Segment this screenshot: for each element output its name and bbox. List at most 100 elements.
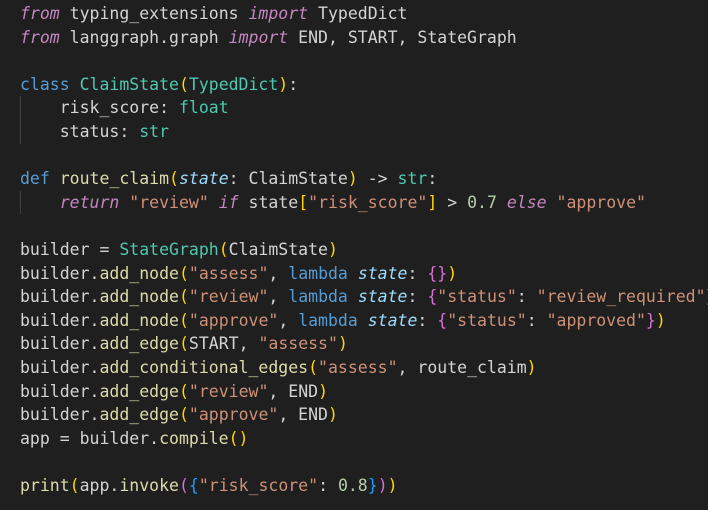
code-token: lambda: [288, 287, 348, 307]
code-token: ): [377, 475, 388, 495]
code-token: ,: [268, 287, 289, 307]
code-token: , END: [278, 405, 328, 425]
code-token: status: [20, 121, 120, 141]
code-line[interactable]: builder.add_edge("review", END): [0, 380, 708, 404]
code-token: ,: [278, 310, 299, 330]
code-token: {: [188, 475, 199, 495]
code-line[interactable]: [0, 49, 708, 73]
code-token: (): [228, 428, 249, 448]
code-line[interactable]: from typing_extensions import TypedDict: [0, 2, 708, 26]
code-token: str: [139, 121, 170, 141]
code-token: from: [20, 27, 60, 47]
code-token: builder =: [20, 239, 120, 259]
code-line[interactable]: [0, 450, 708, 474]
code-token: (: [218, 239, 229, 259]
code-token: "status": [447, 310, 527, 330]
code-token: ): [327, 239, 338, 259]
code-line[interactable]: builder.add_edge(START, "assess"): [0, 332, 708, 356]
code-token: :: [427, 169, 438, 189]
indent-guide: [20, 96, 21, 120]
code-line[interactable]: print(app.invoke({"risk_score": 0.8})): [0, 474, 708, 498]
code-token: str: [397, 169, 428, 189]
code-token: return: [59, 192, 120, 212]
code-line[interactable]: [0, 214, 708, 238]
code-token: :: [119, 121, 140, 141]
code-line[interactable]: builder.add_node("approve", lambda state…: [0, 309, 708, 333]
indent-guide: [20, 119, 21, 144]
code-token: state: [238, 192, 299, 212]
code-line[interactable]: app = builder.compile(): [0, 427, 708, 451]
code-token: "review": [188, 287, 269, 307]
code-line[interactable]: class ClaimState(TypedDict):: [0, 73, 708, 97]
code-token: app.: [79, 475, 120, 495]
code-token: import: [228, 27, 289, 47]
code-token: END, START, StateGraph: [288, 27, 517, 47]
code-token: , route_claim: [397, 357, 527, 377]
code-token: :: [159, 98, 179, 118]
code-token: class: [20, 74, 70, 94]
code-token: typing_extensions: [59, 4, 249, 23]
code-token: >: [437, 192, 468, 212]
code-token: add_edge: [99, 381, 179, 401]
code-line[interactable]: def route_claim(state: ClaimState) -> st…: [0, 167, 708, 191]
code-line[interactable]: builder.add_node("assess", lambda state:…: [0, 262, 708, 286]
code-token: ->: [357, 169, 398, 189]
code-token: import: [248, 4, 309, 23]
code-token: ): [278, 74, 289, 94]
code-token: ): [327, 405, 338, 425]
code-token: TypedDict: [188, 74, 279, 94]
code-token: print: [20, 475, 70, 495]
code-token: :: [407, 263, 428, 283]
code-token: def: [20, 169, 50, 189]
code-token: (: [169, 169, 179, 189]
code-line[interactable]: from langgraph.graph import END, START, …: [0, 26, 708, 50]
code-token: state: [178, 169, 229, 189]
code-token: invoke: [119, 475, 179, 495]
code-token: ): [655, 310, 666, 330]
code-line[interactable]: [0, 144, 708, 168]
code-line[interactable]: risk_score: float: [0, 96, 708, 120]
code-token: (: [308, 357, 319, 377]
code-token: add_conditional_edges: [99, 357, 309, 377]
code-editor[interactable]: from typing_extensions import TypedDict f…: [0, 0, 708, 510]
code-line[interactable]: builder.add_edge("approve", END): [0, 403, 708, 427]
code-token: builder.: [20, 381, 100, 401]
code-token: (: [178, 334, 189, 354]
code-line[interactable]: builder.add_node("review", lambda state:…: [0, 285, 708, 309]
code-token: :: [526, 310, 547, 330]
code-token: builder.: [20, 287, 100, 307]
code-token: lambda: [298, 310, 358, 330]
code-token: if: [218, 192, 239, 212]
code-token: "approve": [188, 405, 279, 425]
code-token: builder.: [20, 263, 100, 283]
code-line[interactable]: status: str: [0, 119, 708, 144]
code-token: ): [526, 357, 537, 377]
code-token: :: [516, 287, 537, 307]
code-line[interactable]: builder = StateGraph(ClaimState): [0, 238, 708, 262]
code-token: state: [357, 263, 408, 283]
code-token: builder.: [20, 310, 100, 330]
code-token: add_node: [99, 287, 179, 307]
code-token: {}: [427, 263, 448, 283]
code-token: "risk_score": [198, 475, 319, 495]
code-line[interactable]: return "review" if state["risk_score"] >…: [0, 190, 708, 215]
code-token: START,: [188, 334, 259, 354]
code-token: 0.8: [337, 475, 368, 495]
code-token: risk_score: [20, 98, 160, 118]
indent-guide: [20, 190, 21, 215]
code-line[interactable]: builder.add_conditional_edges("assess", …: [0, 356, 708, 380]
code-token: (: [178, 287, 189, 307]
code-token: "approve": [556, 192, 646, 212]
code-token: "assess": [318, 357, 398, 377]
code-token: "risk_score": [308, 192, 428, 212]
code-token: (: [178, 381, 189, 401]
